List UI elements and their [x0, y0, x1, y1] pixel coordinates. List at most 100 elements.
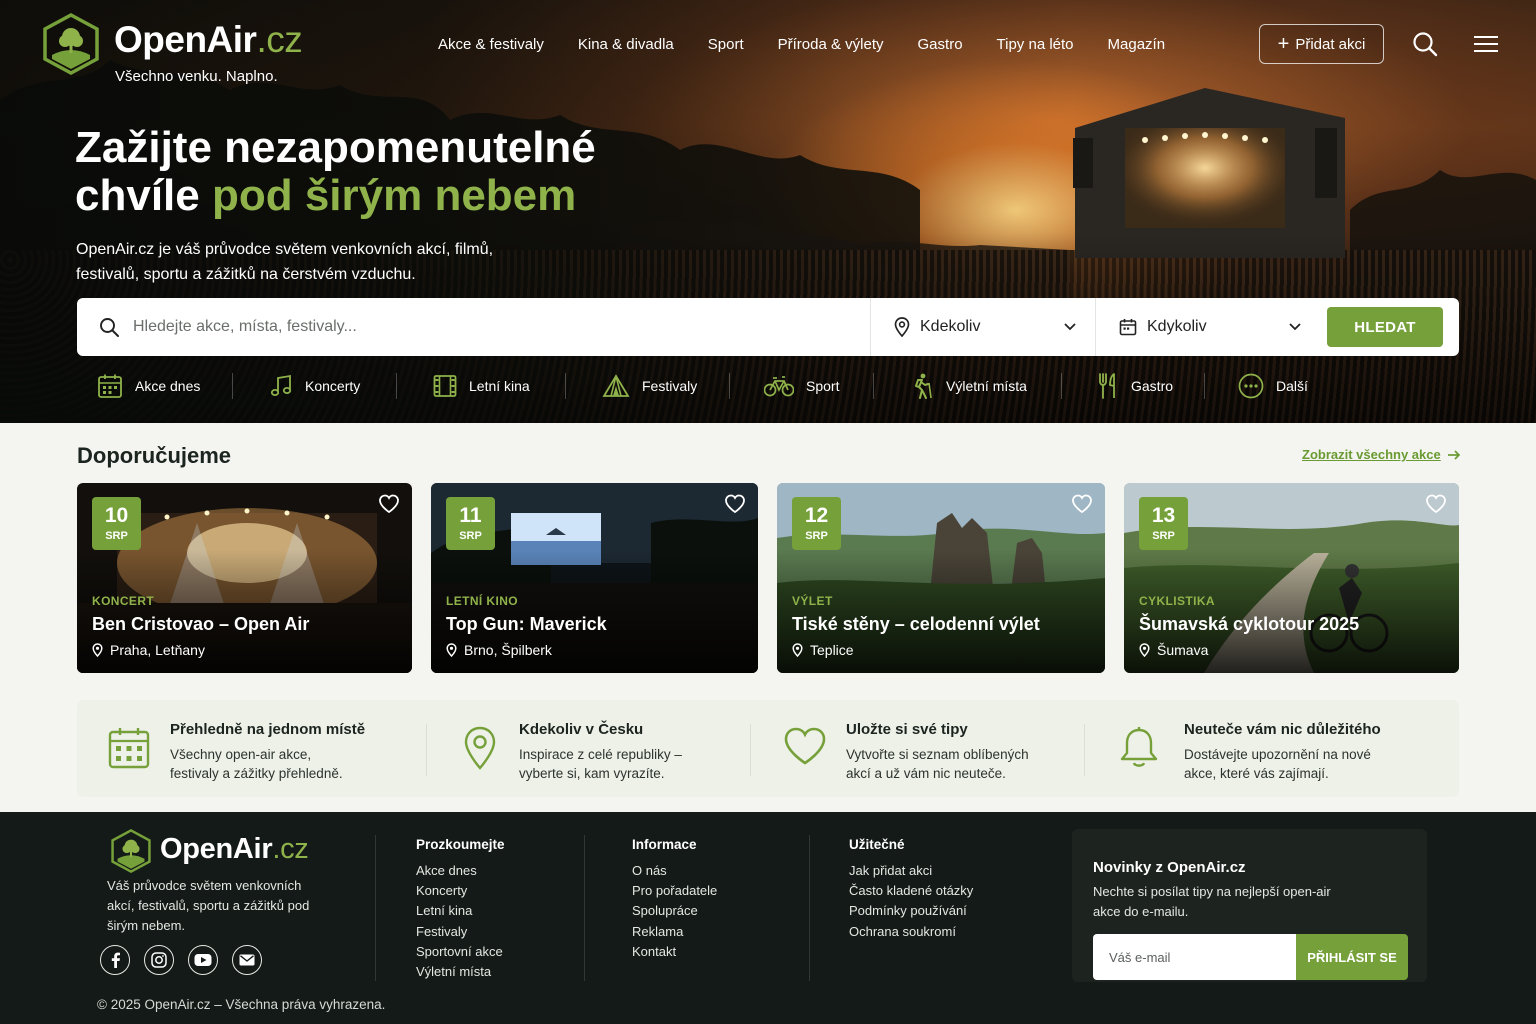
- event-location: Šumava: [1139, 642, 1208, 658]
- music-note-icon: [270, 374, 292, 396]
- instagram-link[interactable]: [144, 945, 174, 975]
- map-pin-icon: [92, 643, 103, 657]
- nav-gastro[interactable]: Gastro: [918, 36, 963, 53]
- category-festivaly[interactable]: Festivaly: [602, 368, 729, 404]
- hero: OpenAir.cz Všechno venku. Naplno. Akce &…: [0, 0, 1536, 423]
- youtube-icon: [194, 954, 212, 966]
- search-icon: [100, 318, 119, 337]
- location-select[interactable]: Kdekoliv: [870, 298, 1095, 356]
- footer-link[interactable]: Spolupráce: [632, 901, 717, 921]
- map-pin-icon: [464, 726, 496, 770]
- footer-link[interactable]: Podmínky používání: [849, 901, 973, 921]
- see-all-events-link[interactable]: Zobrazit všechny akce: [1302, 447, 1461, 462]
- event-location: Teplice: [792, 642, 854, 658]
- date-select[interactable]: Kdykoliv: [1095, 298, 1320, 356]
- footer-link[interactable]: O nás: [632, 861, 717, 881]
- event-type: CYKLISTIKA: [1139, 594, 1215, 608]
- logo-mark-icon: [111, 829, 151, 873]
- search-button[interactable]: [1411, 30, 1439, 58]
- category-dalsi[interactable]: Další: [1238, 368, 1328, 404]
- instagram-icon: [151, 952, 167, 968]
- plus-icon: +: [1277, 33, 1290, 55]
- footer-link[interactable]: Festivaly: [416, 922, 505, 942]
- event-card[interactable]: 11 SRP LETNÍ KINO Top Gun: Maverick Brno,…: [431, 483, 758, 673]
- category-vyletni-mista[interactable]: Výletní místa: [910, 368, 1061, 404]
- newsletter-email-input[interactable]: [1093, 934, 1297, 980]
- nav-akce-festivaly[interactable]: Akce & festivaly: [438, 36, 544, 53]
- event-date-badge: 12 SRP: [792, 497, 841, 550]
- event-type: VÝLET: [792, 594, 833, 608]
- facebook-link[interactable]: [100, 945, 130, 975]
- event-title: Ben Cristovao – Open Air: [92, 614, 310, 634]
- event-date-badge: 13 SRP: [1139, 497, 1188, 550]
- section-title-recommended: Doporučujeme: [77, 443, 232, 468]
- nav-magazin[interactable]: Magazín: [1108, 36, 1166, 53]
- search-input[interactable]: [133, 312, 873, 342]
- search-icon: [1413, 32, 1438, 57]
- footer-link[interactable]: Ochrana soukromí: [849, 922, 973, 942]
- footer-link[interactable]: Kontakt: [632, 942, 717, 962]
- nav-priroda-vylety[interactable]: Příroda & výlety: [778, 36, 884, 53]
- footer-link[interactable]: Sportovní akce: [416, 942, 505, 962]
- chevron-down-icon: [1289, 323, 1301, 331]
- category-letni-kina[interactable]: Letní kina: [433, 368, 565, 404]
- nav-sport[interactable]: Sport: [708, 36, 744, 53]
- map-pin-icon: [1139, 643, 1150, 657]
- bell-icon: [1120, 727, 1158, 767]
- footer-link[interactable]: Často kladené otázky: [849, 881, 973, 901]
- event-location: Praha, Letňany: [92, 642, 205, 658]
- category-sport[interactable]: Sport: [764, 368, 873, 404]
- footer-link[interactable]: Letní kina: [416, 901, 505, 921]
- event-title: Tiské stěny – celodenní výlet: [792, 614, 1040, 634]
- footer-link[interactable]: Výletní místa: [416, 962, 505, 982]
- event-type: KONCERT: [92, 594, 155, 608]
- search-submit-button[interactable]: HLEDAT: [1327, 307, 1443, 347]
- logo-text: OpenAir.cz: [114, 19, 303, 60]
- footer-description: Váš průvodce světem venkovních akcí, fes…: [107, 878, 310, 933]
- arrow-right-icon: [1447, 449, 1460, 460]
- newsletter-subscribe-button[interactable]: PŘIHLÁSIT SE: [1296, 934, 1408, 980]
- heart-icon[interactable]: [724, 494, 746, 514]
- footer-link[interactable]: Akce dnes: [416, 861, 505, 881]
- nav-tipy-na-leto[interactable]: Tipy na léto: [997, 36, 1074, 53]
- youtube-link[interactable]: [188, 945, 218, 975]
- category-koncerty[interactable]: Koncerty: [269, 368, 396, 404]
- calendar-icon: [98, 374, 122, 398]
- menu-button[interactable]: [1472, 30, 1500, 58]
- logo[interactable]: OpenAir.cz: [42, 13, 303, 75]
- nav-kina-divadla[interactable]: Kina & divadla: [578, 36, 674, 53]
- heart-icon[interactable]: [1071, 494, 1093, 514]
- footer: OpenAir.cz Váš průvodce světem venkovníc…: [0, 812, 1536, 1024]
- event-type: LETNÍ KINO: [446, 594, 518, 608]
- film-icon: [433, 375, 457, 397]
- category-akce-dnes[interactable]: Akce dnes: [97, 368, 232, 404]
- copyright: © 2025 OpenAir.cz – Všechna práva vyhraz…: [97, 997, 386, 1012]
- tent-icon: [602, 374, 630, 397]
- email-link[interactable]: [232, 945, 262, 975]
- footer-link[interactable]: Koncerty: [416, 881, 505, 901]
- event-card[interactable]: 10 SRP KONCERT Ben Cristovao – Open Air P…: [77, 483, 412, 673]
- event-date-badge: 10 SRP: [92, 497, 141, 550]
- category-gastro[interactable]: Gastro: [1097, 368, 1204, 404]
- map-pin-icon: [792, 643, 803, 657]
- heart-icon[interactable]: [378, 494, 400, 514]
- event-card[interactable]: 12 SRP VÝLET Tiské stěny – celodenní výle…: [777, 483, 1105, 673]
- cutlery-icon: [1099, 373, 1115, 399]
- heart-icon[interactable]: [1425, 494, 1447, 514]
- email-icon: [239, 954, 255, 966]
- event-location: Brno, Špilberk: [446, 642, 552, 658]
- logo-mark-icon: [43, 13, 99, 75]
- event-title: Šumavská cyklotour 2025: [1139, 614, 1360, 634]
- footer-link[interactable]: Reklama: [632, 922, 717, 942]
- event-card[interactable]: 13 SRP CYKLISTIKA Šumavská cyklotour 2025…: [1124, 483, 1459, 673]
- footer-link[interactable]: Pro pořadatele: [632, 881, 717, 901]
- add-event-button[interactable]: + Přidat akci: [1259, 24, 1384, 64]
- chevron-down-icon: [1064, 323, 1076, 331]
- features-strip: Přehledně na jednom místě Všechny open-a…: [77, 700, 1459, 797]
- footer-logo-text[interactable]: OpenAir.cz: [160, 833, 309, 866]
- footer-column-info: Informace O nás Pro pořadatele Spoluprác…: [632, 837, 717, 962]
- footer-link[interactable]: Jak přidat akci: [849, 861, 973, 881]
- footer-column-useful: Užitečné Jak přidat akci Často kladené o…: [849, 837, 973, 942]
- heart-icon: [784, 727, 826, 765]
- newsletter-text: Nechte si posílat tipy na nejlepší open-…: [1093, 884, 1331, 919]
